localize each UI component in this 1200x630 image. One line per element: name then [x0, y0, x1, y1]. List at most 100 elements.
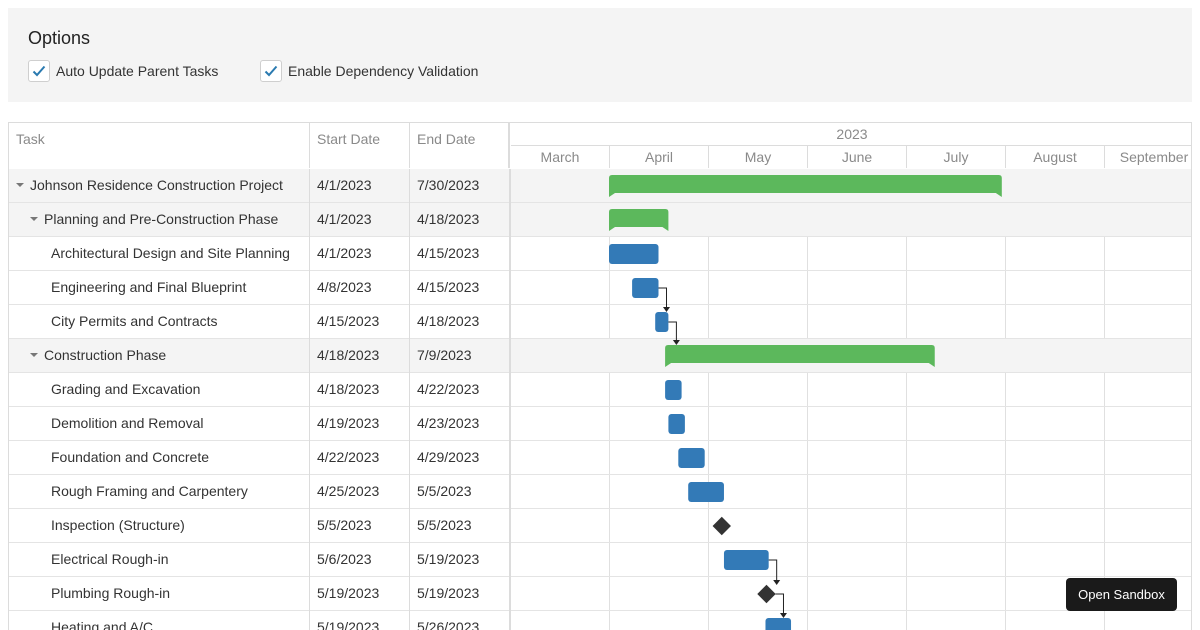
task-start-date[interactable]: 4/1/2023	[310, 237, 410, 271]
task-end-date[interactable]: 7/9/2023	[410, 339, 511, 373]
task-start-date[interactable]: 5/6/2023	[310, 543, 410, 577]
task-start-date[interactable]: 4/1/2023	[310, 169, 410, 203]
task-name-cell[interactable]: Engineering and Final Blueprint	[9, 271, 310, 305]
options-title: Options	[28, 28, 91, 48]
enable-dependency-validation-checkbox[interactable]	[260, 60, 282, 82]
task-end-date[interactable]: 4/18/2023	[410, 203, 511, 237]
task-name: Architectural Design and Site Planning	[51, 245, 290, 261]
task-name-cell[interactable]: City Permits and Contracts	[9, 305, 310, 339]
task-row[interactable]: Plumbing Rough-in 5/19/2023 5/19/2023	[9, 577, 1191, 611]
task-name: Heating and A/C	[51, 619, 153, 630]
timeline-month: August	[1006, 146, 1105, 168]
task-row[interactable]: Demolition and Removal 4/19/2023 4/23/2023	[9, 407, 1191, 441]
task-start-date[interactable]: 5/5/2023	[310, 509, 410, 543]
timeline-month: June	[808, 146, 907, 168]
task-end-date[interactable]: 5/19/2023	[410, 577, 511, 611]
column-header-start-date[interactable]: Start Date	[310, 123, 410, 168]
task-name: Electrical Rough-in	[51, 551, 169, 567]
checkmark-icon	[264, 65, 278, 77]
task-end-date[interactable]: 4/15/2023	[410, 237, 511, 271]
auto-update-parent-tasks-option[interactable]: Auto Update Parent Tasks	[28, 60, 218, 82]
task-bar[interactable]	[609, 244, 659, 264]
task-bar[interactable]	[765, 618, 792, 630]
task-end-date[interactable]: 5/5/2023	[410, 509, 511, 543]
timeline-month: July	[907, 146, 1006, 168]
task-name: Grading and Excavation	[51, 381, 201, 397]
task-bar[interactable]	[665, 380, 682, 400]
task-start-date[interactable]: 5/19/2023	[310, 577, 410, 611]
collapse-caret-icon[interactable]	[30, 353, 38, 358]
timeline-month: March	[511, 146, 610, 168]
task-name: Planning and Pre-Construction Phase	[44, 211, 279, 227]
task-bar[interactable]	[668, 414, 685, 434]
task-start-date[interactable]: 4/18/2023	[310, 373, 410, 407]
task-end-date[interactable]: 5/26/2023	[410, 611, 511, 630]
task-start-date[interactable]: 4/22/2023	[310, 441, 410, 475]
task-name-cell[interactable]: Inspection (Structure)	[9, 509, 310, 543]
timeline-month: September	[1105, 146, 1191, 168]
gantt-chart: Task Start Date End Date 2023 March April…	[8, 122, 1192, 630]
task-name-cell[interactable]: Foundation and Concrete	[9, 441, 310, 475]
task-end-date[interactable]: 5/5/2023	[410, 475, 511, 509]
task-bar[interactable]	[688, 482, 724, 502]
task-end-date[interactable]: 4/18/2023	[410, 305, 511, 339]
auto-update-parent-tasks-checkbox[interactable]	[28, 60, 50, 82]
timeline-month: April	[610, 146, 709, 168]
task-bar[interactable]	[632, 278, 659, 298]
task-name-cell[interactable]: Planning and Pre-Construction Phase	[9, 203, 310, 237]
task-name-cell[interactable]: Johnson Residence Construction Project	[9, 169, 310, 203]
task-name-cell[interactable]: Plumbing Rough-in	[9, 577, 310, 611]
task-name: Engineering and Final Blueprint	[51, 279, 247, 295]
task-row[interactable]: Construction Phase 4/18/2023 7/9/2023	[9, 339, 1191, 373]
task-row[interactable]: Inspection (Structure) 5/5/2023 5/5/2023	[9, 509, 1191, 543]
timeline-year: 2023	[511, 123, 1191, 146]
enable-dependency-validation-option[interactable]: Enable Dependency Validation	[260, 60, 478, 82]
task-row[interactable]: Johnson Residence Construction Project 4/…	[9, 169, 1191, 203]
task-bar[interactable]	[723, 550, 769, 570]
task-end-date[interactable]: 4/15/2023	[410, 271, 511, 305]
collapse-caret-icon[interactable]	[16, 183, 24, 188]
task-end-date[interactable]: 4/23/2023	[410, 407, 511, 441]
task-name: Rough Framing and Carpentery	[51, 483, 248, 499]
task-end-date[interactable]: 7/30/2023	[410, 169, 511, 203]
task-bar[interactable]	[655, 312, 669, 332]
task-name-cell[interactable]: Electrical Rough-in	[9, 543, 310, 577]
task-row[interactable]: Foundation and Concrete 4/22/2023 4/29/202…	[9, 441, 1191, 475]
task-name-cell[interactable]: Demolition and Removal	[9, 407, 310, 441]
task-name-cell[interactable]: Heating and A/C	[9, 611, 310, 630]
task-name-cell[interactable]: Grading and Excavation	[9, 373, 310, 407]
task-row[interactable]: Rough Framing and Carpentery 4/25/2023 5/5…	[9, 475, 1191, 509]
open-sandbox-button[interactable]: Open Sandbox	[1066, 578, 1177, 611]
task-end-date[interactable]: 5/19/2023	[410, 543, 511, 577]
task-row[interactable]: Planning and Pre-Construction Phase 4/1/2…	[9, 203, 1191, 237]
task-start-date[interactable]: 5/19/2023	[310, 611, 410, 630]
task-end-date[interactable]: 4/29/2023	[410, 441, 511, 475]
task-end-date[interactable]: 4/22/2023	[410, 373, 511, 407]
task-name: Construction Phase	[44, 347, 167, 363]
task-start-date[interactable]: 4/8/2023	[310, 271, 410, 305]
task-start-date[interactable]: 4/19/2023	[310, 407, 410, 441]
timeline-month: May	[709, 146, 808, 168]
task-row[interactable]: Architectural Design and Site Planning 4/…	[9, 237, 1191, 271]
task-row[interactable]: Electrical Rough-in 5/6/2023 5/19/2023	[9, 543, 1191, 577]
task-row[interactable]: Grading and Excavation 4/18/2023 4/22/2023	[9, 373, 1191, 407]
task-name: City Permits and Contracts	[51, 313, 218, 329]
column-header-end-date[interactable]: End Date	[410, 123, 510, 168]
task-row[interactable]: Heating and A/C 5/19/2023 5/26/2023	[9, 611, 1191, 630]
task-start-date[interactable]: 4/25/2023	[310, 475, 410, 509]
task-row[interactable]: City Permits and Contracts 4/15/2023 4/18/…	[9, 305, 1191, 339]
task-bar[interactable]	[678, 448, 705, 468]
task-name-cell[interactable]: Architectural Design and Site Planning	[9, 237, 310, 271]
task-row[interactable]: Engineering and Final Blueprint 4/8/2023 4…	[9, 271, 1191, 305]
enable-dependency-validation-label: Enable Dependency Validation	[288, 63, 479, 79]
task-start-date[interactable]: 4/18/2023	[310, 339, 410, 373]
task-name-cell[interactable]: Rough Framing and Carpentery	[9, 475, 310, 509]
task-name: Inspection (Structure)	[51, 517, 185, 533]
task-start-date[interactable]: 4/1/2023	[310, 203, 410, 237]
task-start-date[interactable]: 4/15/2023	[310, 305, 410, 339]
collapse-caret-icon[interactable]	[30, 217, 38, 222]
options-panel: Options Auto Update Parent Tasks Enable …	[8, 8, 1192, 102]
column-header-task[interactable]: Task	[9, 123, 310, 168]
task-name-cell[interactable]: Construction Phase	[9, 339, 310, 373]
task-name: Foundation and Concrete	[51, 449, 209, 465]
